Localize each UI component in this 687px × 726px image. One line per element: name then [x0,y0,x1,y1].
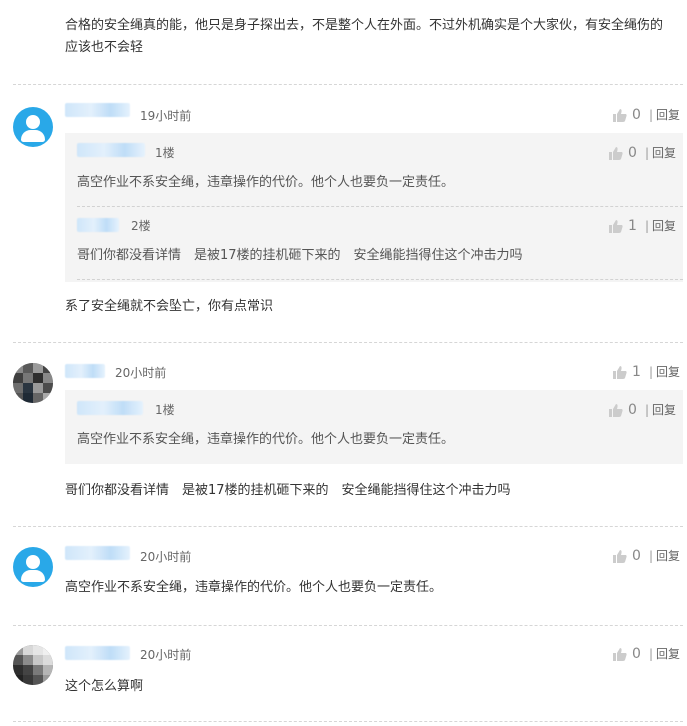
username[interactable] [65,646,130,660]
quote-box: 1楼 0 | 回复 高空作业不系安全绳，违章操作的代价。他个人也要负一定责任。 [65,390,683,464]
floor-label: 1楼 [155,146,175,160]
like-count: 0 [632,106,641,123]
thumbs-up-icon[interactable] [609,146,623,160]
comment-text: 高空作业不系安全绳，违章操作的代价。他个人也要负一定责任。 [65,580,443,595]
separator: | [648,364,653,379]
comment-text: 这个怎么算啊 [65,679,144,694]
comment-divider [13,342,683,343]
like-count: 0 [628,144,637,161]
like-count: 1 [632,363,641,380]
comment-divider [13,625,683,626]
username[interactable] [65,546,130,560]
reply-button[interactable]: 回复 [656,363,680,380]
separator: | [644,218,649,233]
reply-button[interactable]: 回复 [652,144,676,161]
thumbs-up-icon[interactable] [613,365,627,379]
user-avatar-icon[interactable] [13,547,53,587]
quote-actions: 1 | 回复 [609,217,676,234]
username[interactable] [65,103,130,117]
separator: | [648,548,653,563]
like-count: 1 [628,217,637,234]
comment-actions: 1 | 回复 [613,363,680,380]
comment-text: 哥们你都没看详情 是被17楼的挂机砸下来的 安全绳能挡得住这个冲击力吗 [65,483,511,498]
thumbs-up-icon[interactable] [613,108,627,122]
thumbs-up-icon[interactable] [613,647,627,661]
comment-text: 系了安全绳就不会坠亡，你有点常识 [65,299,274,314]
comment-actions: 0 | 回复 [613,645,680,662]
thumbs-up-icon[interactable] [609,403,623,417]
separator: | [648,107,653,122]
quote-text: 高空作业不系安全绳，违章操作的代价。他个人也要负一定责任。 [77,175,455,190]
quote-divider [77,206,683,207]
comment-divider [13,84,683,85]
user-avatar-icon[interactable] [13,107,53,147]
comment-actions: 0 | 回复 [613,547,680,564]
quote-username[interactable] [77,401,143,415]
floor-label: 2楼 [131,219,151,233]
reply-button[interactable]: 回复 [656,547,680,564]
thumbs-up-icon[interactable] [609,219,623,233]
comment-divider [13,526,683,527]
comment-time: 20小时前 [140,550,192,564]
quote-text: 哥们你都没看详情 是被17楼的挂机砸下来的 安全绳能挡得住这个冲击力吗 [77,248,523,263]
comment-time: 19小时前 [140,109,192,123]
quote-box: 1楼 0 | 回复 高空作业不系安全绳，违章操作的代价。他个人也要负一定责任。 … [65,133,683,282]
reply-button[interactable]: 回复 [652,401,676,418]
separator: | [644,145,649,160]
reply-button[interactable]: 回复 [656,106,680,123]
comment-text: 合格的安全绳真的能，他只是身子探出去，不是整个人在外面。不过外机确实是个大家伙，… [65,18,664,55]
quote-username[interactable] [77,143,145,157]
separator: | [644,402,649,417]
comment-time: 20小时前 [115,366,167,380]
comment-actions: 0 | 回复 [613,106,680,123]
reply-button[interactable]: 回复 [656,645,680,662]
quote-actions: 0 | 回复 [609,144,676,161]
quote-divider [77,279,683,280]
floor-label: 1楼 [155,403,175,417]
reply-button[interactable]: 回复 [652,217,676,234]
user-avatar-image[interactable] [13,363,53,403]
username[interactable] [65,364,105,378]
like-count: 0 [628,401,637,418]
like-count: 0 [632,645,641,662]
quote-text: 高空作业不系安全绳，违章操作的代价。他个人也要负一定责任。 [77,432,455,447]
comment-time: 20小时前 [140,648,192,662]
like-count: 0 [632,547,641,564]
quote-actions: 0 | 回复 [609,401,676,418]
thumbs-up-icon[interactable] [613,549,627,563]
separator: | [648,646,653,661]
quote-username[interactable] [77,218,119,232]
user-avatar-image[interactable] [13,645,53,685]
comment-divider [13,721,683,722]
